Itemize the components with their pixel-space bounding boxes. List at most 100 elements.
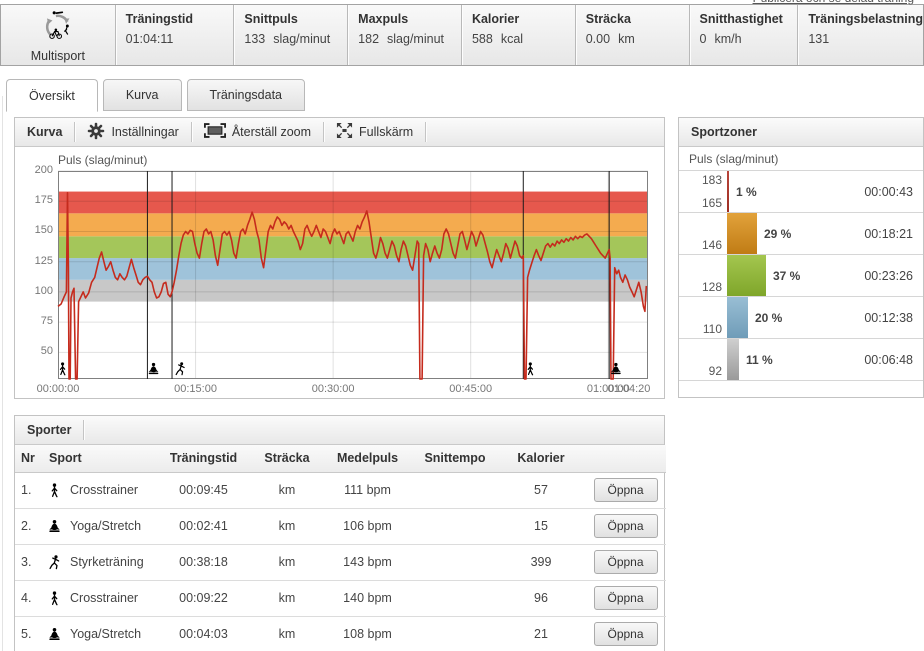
zone-time: 00:18:21 bbox=[864, 227, 923, 241]
zone-bar bbox=[727, 255, 766, 296]
crosstrainer-marker-icon bbox=[60, 362, 64, 374]
table-row: 4. Crosstrainer 00:09:22 km 140 bpm 96 Ö… bbox=[15, 580, 666, 616]
zone-lower-bound: 165 bbox=[702, 196, 722, 210]
y-axis-tick: 75 bbox=[19, 315, 53, 327]
crosstrainer-marker-icon bbox=[528, 362, 532, 374]
zone-lower-bound: 128 bbox=[702, 280, 722, 294]
table-row: 3. Styrketräning 00:38:18 km 143 bpm 399… bbox=[15, 544, 666, 580]
curve-panel-header: Kurva bbox=[15, 118, 664, 147]
zone-bar bbox=[727, 213, 757, 254]
summary-cell-avg-hr: Snittpuls 133slag/minut bbox=[233, 5, 347, 65]
publish-shared-training-link[interactable]: Publicera och se delad träning bbox=[753, 0, 914, 5]
sports-panel-header: Sporter bbox=[15, 416, 664, 445]
sportzones-header: Sportzoner bbox=[679, 118, 923, 147]
fullscreen-icon bbox=[336, 122, 353, 142]
sportzones-title: Sportzoner bbox=[679, 125, 769, 139]
zone-time: 00:12:38 bbox=[864, 311, 923, 325]
summary-sport-cell: Multisport bbox=[1, 5, 115, 65]
y-axis-tick: 150 bbox=[19, 224, 53, 236]
multisport-icon bbox=[40, 9, 76, 48]
x-axis-tick: 00:30:00 bbox=[303, 383, 363, 395]
content-left-border bbox=[2, 96, 3, 651]
col-nr: Nr bbox=[15, 445, 43, 472]
curve-panel: Kurva bbox=[14, 117, 665, 399]
hr-zone-band bbox=[58, 213, 648, 236]
fullscreen-button[interactable]: Fullskärm bbox=[324, 118, 425, 146]
summary-cell-avg-speed: Snitthastighet 0km/h bbox=[689, 5, 798, 65]
y-axis-tick: 50 bbox=[19, 345, 53, 357]
sports-table-header-row: Nr Sport Träningstid Sträcka Medelpuls S… bbox=[15, 445, 666, 472]
gear-icon bbox=[87, 122, 105, 143]
open-button[interactable]: Öppna bbox=[594, 586, 658, 610]
zone-percent: 20 % bbox=[755, 311, 782, 325]
sports-panel: Sporter Nr Sport Träningstid Sträcka Med… bbox=[14, 415, 665, 651]
y-axis-tick: 100 bbox=[19, 285, 53, 297]
col-sport: Sport bbox=[43, 445, 155, 472]
open-button[interactable]: Öppna bbox=[594, 514, 658, 538]
yoga-marker-icon bbox=[149, 363, 159, 374]
summary-bar: Multisport Träningstid 01:04:11 Snittpul… bbox=[0, 4, 924, 66]
zone-percent: 11 % bbox=[746, 353, 773, 367]
sport-name: Yoga/Stretch bbox=[70, 627, 141, 641]
sportzone-row-2: 110 20 % 00:12:38 bbox=[679, 297, 923, 339]
hr-zone-band bbox=[58, 192, 648, 214]
col-avg-hr: Medelpuls bbox=[322, 445, 413, 472]
table-row: 2. Yoga/Stretch 00:02:41 km 106 bpm 15 Ö… bbox=[15, 508, 666, 544]
sports-table: Nr Sport Träningstid Sträcka Medelpuls S… bbox=[15, 445, 666, 651]
zone-bar bbox=[727, 297, 748, 338]
open-button[interactable]: Öppna bbox=[594, 550, 658, 574]
zone-percent: 29 % bbox=[764, 227, 791, 241]
crosstrainer-icon bbox=[47, 591, 62, 606]
sportzone-row-1: 92 11 % 00:06:48 bbox=[679, 339, 923, 381]
sports-panel-title: Sporter bbox=[15, 423, 83, 437]
yoga-icon bbox=[47, 519, 62, 534]
zone-bar bbox=[727, 171, 729, 212]
open-button[interactable]: Öppna bbox=[594, 478, 658, 502]
zone-lower-bound: 146 bbox=[702, 238, 722, 252]
summary-cell-training-load: Träningsbelastning 131 bbox=[797, 5, 923, 65]
hr-zone-band bbox=[58, 280, 648, 302]
col-distance: Sträcka bbox=[252, 445, 322, 472]
zone-time: 00:23:26 bbox=[864, 269, 923, 283]
summary-cell-duration: Träningstid 01:04:11 bbox=[115, 5, 234, 65]
col-calories: Kalorier bbox=[497, 445, 585, 472]
reset-zoom-icon bbox=[204, 123, 226, 141]
summary-cell-max-hr: Maxpuls 182slag/minut bbox=[347, 5, 461, 65]
chart-plot-area[interactable] bbox=[58, 171, 648, 379]
sportzone-row-4: 146 29 % 00:18:21 bbox=[679, 213, 923, 255]
open-button[interactable]: Öppna bbox=[594, 622, 658, 646]
table-row: 5. Yoga/Stretch 00:04:03 km 108 bpm 21 Ö… bbox=[15, 616, 666, 651]
sport-name: Crosstrainer bbox=[70, 591, 138, 605]
sportzone-row-5: 183 165 1 % 00:00:43 bbox=[679, 171, 923, 213]
y-axis-tick: 200 bbox=[19, 164, 53, 176]
col-pace: Snittempo bbox=[413, 445, 497, 472]
settings-button[interactable]: Inställningar bbox=[75, 118, 190, 146]
strength-training-icon bbox=[47, 555, 62, 570]
tab-overview[interactable]: Översikt bbox=[6, 79, 98, 112]
zone-lower-bound: 110 bbox=[703, 322, 722, 336]
chart-y-axis-title: Puls (slag/minut) bbox=[58, 153, 147, 167]
y-axis-tick: 125 bbox=[19, 255, 53, 267]
zone-time: 00:06:48 bbox=[864, 353, 923, 367]
sport-name: Styrketräning bbox=[70, 555, 144, 569]
col-duration: Träningstid bbox=[155, 445, 252, 472]
heart-rate-chart[interactable]: Puls (slag/minut) 50 75 100 125 150 175 200 00:… bbox=[15, 147, 664, 400]
zone-lower-bound: 92 bbox=[709, 364, 722, 378]
sport-name: Crosstrainer bbox=[70, 483, 138, 497]
reset-zoom-button[interactable]: Återställ zoom bbox=[192, 118, 323, 146]
table-row: 1. Crosstrainer 00:09:45 km 111 bpm 57 Ö… bbox=[15, 472, 666, 508]
zone-percent: 37 % bbox=[773, 269, 800, 283]
curve-panel-title: Kurva bbox=[15, 125, 74, 139]
sportzone-row-3: 128 37 % 00:23:26 bbox=[679, 255, 923, 297]
tab-curve[interactable]: Kurva bbox=[103, 79, 182, 111]
col-actions bbox=[585, 445, 666, 472]
sportzones-panel: Sportzoner Puls (slag/minut) 183 165 1 %… bbox=[678, 117, 924, 398]
summary-sport-label: Multisport bbox=[31, 49, 85, 63]
sport-name: Yoga/Stretch bbox=[70, 519, 141, 533]
y-axis-tick: 175 bbox=[19, 194, 53, 206]
x-axis-tick: 00:15:00 bbox=[166, 383, 226, 395]
x-axis-tick: 00:45:00 bbox=[441, 383, 501, 395]
tab-training-data[interactable]: Träningsdata bbox=[187, 79, 306, 111]
yoga-icon bbox=[47, 627, 62, 642]
zone-upper-bound: 183 bbox=[702, 173, 722, 187]
